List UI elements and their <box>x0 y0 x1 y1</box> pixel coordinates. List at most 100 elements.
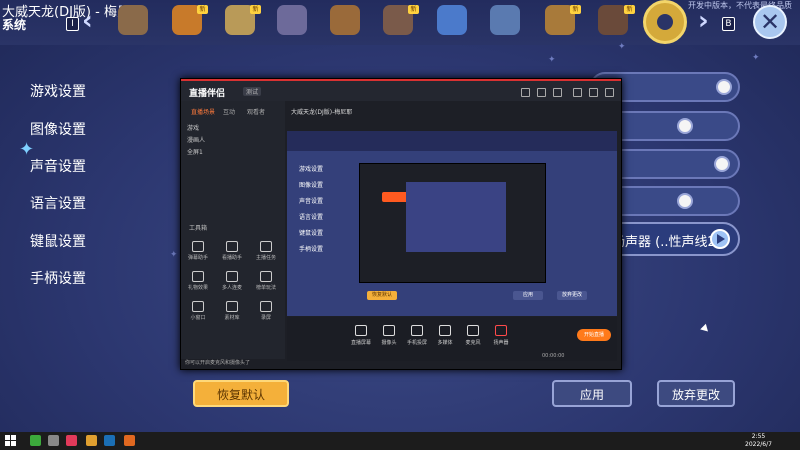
tool-label: 多人连麦 <box>221 285 242 291</box>
new-badge: 新 <box>197 5 208 14</box>
menu-language-settings[interactable]: 语言设置 <box>30 193 86 213</box>
app-icon[interactable] <box>30 435 41 446</box>
tab-viewers[interactable]: 观看者 <box>247 107 265 116</box>
tool-icon <box>192 271 204 282</box>
tool-task[interactable]: 主播任务 <box>251 241 281 261</box>
menu-graphics-settings[interactable]: 图像设置 <box>30 119 86 139</box>
hammer-icon[interactable] <box>330 5 360 35</box>
profile-icon[interactable] <box>521 88 530 97</box>
mic-icon <box>467 325 479 336</box>
clock-date: 2022/6/7 <box>745 441 772 448</box>
letter-icon[interactable] <box>277 5 307 35</box>
next-device-icon[interactable] <box>710 229 730 249</box>
tool-label: 小窗口 <box>190 315 206 321</box>
preview-topbar <box>287 131 617 151</box>
minimize-icon[interactable] <box>573 88 582 97</box>
discard-changes-button[interactable]: 放弃更改 <box>657 380 735 407</box>
character-icon[interactable] <box>118 5 148 35</box>
tab-scene[interactable]: 直播场景 <box>191 107 215 116</box>
control-screen[interactable]: 直播屏幕 <box>347 325 375 346</box>
tab-interact[interactable]: 互动 <box>223 107 235 116</box>
control-label: 多媒体 <box>437 340 453 346</box>
message-icon[interactable] <box>537 88 546 97</box>
quest-icon[interactable] <box>437 5 467 35</box>
app-icon[interactable] <box>124 435 135 446</box>
toolbox-label: 工具箱 <box>189 225 208 232</box>
tool-multi-mic[interactable]: 多人连麦 <box>217 271 247 291</box>
scene-item[interactable]: 漫画人 <box>187 135 205 144</box>
menu-controller-settings[interactable]: 手柄设置 <box>30 268 86 288</box>
control-label: 麦克风 <box>465 340 481 346</box>
nested-preview <box>359 163 546 283</box>
slider-knob[interactable] <box>677 118 693 134</box>
slider-knob[interactable] <box>716 79 732 95</box>
menu-keyboard-mouse-settings[interactable]: 键鼠设置 <box>30 231 86 251</box>
go-live-button[interactable]: 开始直播 <box>577 329 611 341</box>
room-title: 大威天龙(DJ版)-梅尼耶 <box>291 109 353 116</box>
prev-arrow-icon[interactable]: ‹ <box>82 6 93 36</box>
top-bar: 大威天龙(DJ版) - 梅尼耶 系统 I ‹ 新 新 新 新 新 › B 开发中… <box>0 0 800 45</box>
hotkey-prev: I <box>66 17 79 31</box>
streaming-app-window[interactable]: 直播伴侣 测试 直播场景 互动 观看者 游戏 漫画人 全屏1 工具箱 弹幕助手 … <box>180 78 622 370</box>
stream-timer: 00:00:00 <box>542 353 565 359</box>
camera-icon <box>383 325 395 336</box>
app-icon[interactable] <box>86 435 97 446</box>
scene-item[interactable]: 游戏 <box>187 123 199 132</box>
maximize-icon[interactable] <box>589 88 598 97</box>
restore-default-button[interactable]: 恢复默认 <box>193 380 289 407</box>
slider-knob[interactable] <box>677 193 693 209</box>
preview-menu-item: 键鼠设置 <box>299 230 324 237</box>
tool-label: 榜单玩法 <box>255 285 276 291</box>
preview-menu-item: 手柄设置 <box>299 246 324 253</box>
taskbar-clock: 2:55 2022/6/7 <box>745 433 772 449</box>
tool-gift[interactable]: 礼物效果 <box>183 271 213 291</box>
control-speaker[interactable]: 扬声器 <box>487 325 515 346</box>
scene-item[interactable]: 全屏1 <box>187 147 203 156</box>
app-icon[interactable] <box>48 435 59 446</box>
tool-icon <box>260 301 272 312</box>
control-label: 摄像头 <box>381 340 397 346</box>
os-taskbar: 2:55 2022/6/7 <box>0 432 800 450</box>
new-badge: 新 <box>408 5 419 14</box>
screen-icon <box>355 325 367 336</box>
tool-watch[interactable]: 看播助手 <box>217 241 247 261</box>
menu-game-settings[interactable]: 游戏设置 <box>30 81 86 101</box>
tool-assets[interactable]: 素材库 <box>217 301 247 321</box>
control-phone[interactable]: 手机投屏 <box>403 325 431 346</box>
system-label: 系统 <box>2 18 27 32</box>
close-button[interactable]: ✕ <box>753 5 787 39</box>
star-decoration: ✦ <box>548 55 556 65</box>
tool-ranking[interactable]: 榜单玩法 <box>251 271 281 291</box>
tool-icon <box>260 241 272 252</box>
menu-icon[interactable] <box>553 88 562 97</box>
tool-small-window[interactable]: 小窗口 <box>183 301 213 321</box>
tool-danmaku[interactable]: 弹幕助手 <box>183 241 213 261</box>
app-icon[interactable] <box>66 435 77 446</box>
nested-preview-inner <box>406 182 506 252</box>
apply-button[interactable]: 应用 <box>552 380 632 407</box>
tool-icon <box>192 301 204 312</box>
settings-gear-icon[interactable] <box>643 0 687 44</box>
menu-audio-settings[interactable]: 声音设置 <box>30 156 86 176</box>
streaming-app-titlebar: 直播伴侣 测试 <box>181 81 621 101</box>
windows-start-icon[interactable] <box>5 435 17 447</box>
control-media[interactable]: 多媒体 <box>431 325 459 346</box>
hotkey-next: B <box>722 17 735 31</box>
preview-discard-button: 放弃更改 <box>557 291 587 300</box>
output-device-label: 扬声器 (..性声线2 <box>612 235 716 250</box>
window-close-icon[interactable] <box>605 88 614 97</box>
slider-knob[interactable] <box>714 156 730 172</box>
control-camera[interactable]: 摄像头 <box>375 325 403 346</box>
mouse-cursor-icon <box>700 323 711 335</box>
tool-label: 主播任务 <box>255 255 276 261</box>
steam-icon[interactable] <box>104 435 115 446</box>
control-label: 扬声器 <box>493 340 509 346</box>
tool-record[interactable]: 录屏 <box>251 301 281 321</box>
speaker-icon <box>495 325 507 336</box>
hint-icon[interactable] <box>490 5 520 35</box>
new-badge: 新 <box>250 5 261 14</box>
tool-label: 素材库 <box>224 315 240 321</box>
control-mic[interactable]: 麦克风 <box>459 325 487 346</box>
tool-icon <box>260 271 272 282</box>
preview-menu-item: 图像设置 <box>299 182 324 189</box>
